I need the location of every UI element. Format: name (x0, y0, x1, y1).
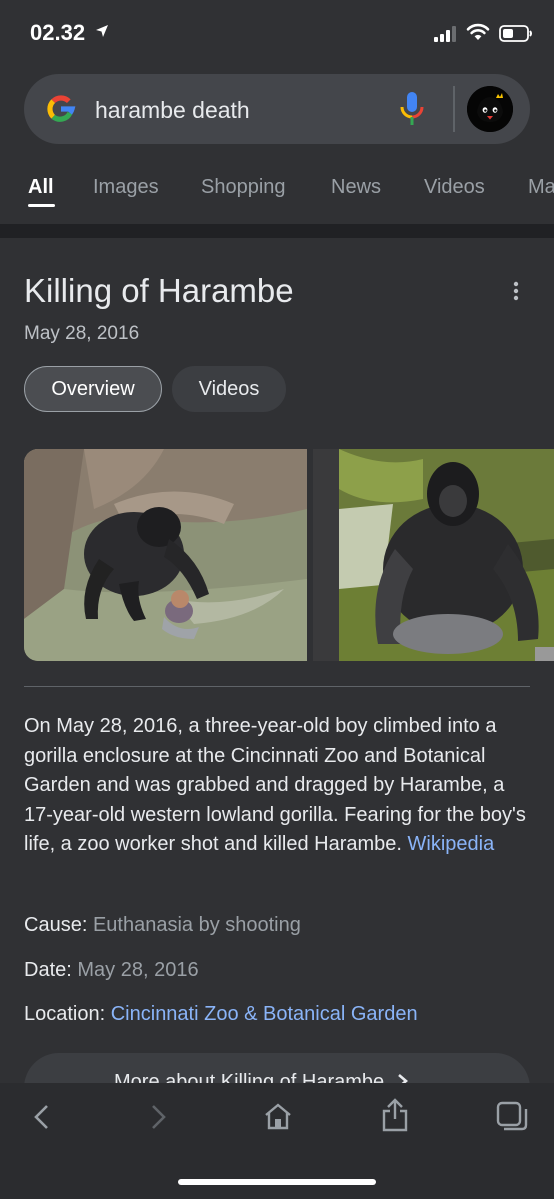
harambe-portrait-photo[interactable] (313, 449, 554, 661)
tab-maps[interactable]: Ma (528, 176, 554, 199)
location-link[interactable]: Cincinnati Zoo & Botanical Garden (111, 1003, 418, 1025)
chip-overview[interactable]: Overview (24, 366, 162, 412)
fact-value: Euthanasia by shooting (92, 914, 301, 936)
description: On May 28, 2016, a three-year-old boy cl… (24, 712, 534, 860)
forward-icon[interactable] (150, 1104, 168, 1130)
fact-label: Cause: (24, 914, 88, 936)
battery-icon (499, 25, 532, 42)
search-tabs: All Images Shopping News Videos Ma (0, 164, 554, 224)
tab-all[interactable]: All (28, 176, 54, 199)
home-icon[interactable] (264, 1102, 292, 1130)
back-icon[interactable] (32, 1104, 50, 1130)
avatar[interactable] (467, 86, 513, 132)
fact-label: Date: (24, 959, 72, 981)
signal-icon (434, 26, 456, 42)
fact-location: Location: Cincinnati Zoo & Botanical Gar… (24, 1003, 418, 1026)
status-bar: 02.32 (0, 0, 554, 68)
browser-toolbar (0, 1083, 554, 1199)
kebab-menu-icon[interactable] (509, 280, 523, 302)
fact-label: Location: (24, 1003, 106, 1025)
tab-all-underline (28, 204, 55, 207)
chip-videos[interactable]: Videos (172, 366, 286, 412)
home-indicator (178, 1179, 376, 1185)
fact-value: May 28, 2016 (77, 959, 199, 981)
section-divider (0, 224, 554, 238)
tab-shopping[interactable]: Shopping (201, 176, 286, 199)
share-icon[interactable] (382, 1098, 408, 1132)
gorilla-enclosure-photo[interactable] (24, 449, 307, 661)
tab-images[interactable]: Images (93, 176, 159, 199)
tabs-icon[interactable] (496, 1101, 528, 1133)
mic-icon[interactable] (398, 90, 426, 128)
fact-date: Date: May 28, 2016 (24, 959, 199, 982)
event-date: May 28, 2016 (24, 323, 140, 344)
status-time: 02.32 (30, 20, 86, 45)
search-divider (453, 86, 455, 132)
search-bar[interactable]: harambe death (24, 74, 530, 144)
page-title: Killing of Harambe (24, 272, 294, 309)
wikipedia-link[interactable]: Wikipedia (408, 833, 495, 855)
google-logo-icon (47, 95, 76, 122)
location-arrow-icon (96, 25, 108, 37)
wifi-icon (466, 23, 490, 40)
search-input[interactable]: harambe death (95, 97, 250, 124)
tab-videos[interactable]: Videos (424, 176, 485, 199)
tab-news[interactable]: News (331, 176, 381, 199)
content-divider (24, 686, 530, 687)
fact-cause: Cause: Euthanasia by shooting (24, 914, 301, 937)
